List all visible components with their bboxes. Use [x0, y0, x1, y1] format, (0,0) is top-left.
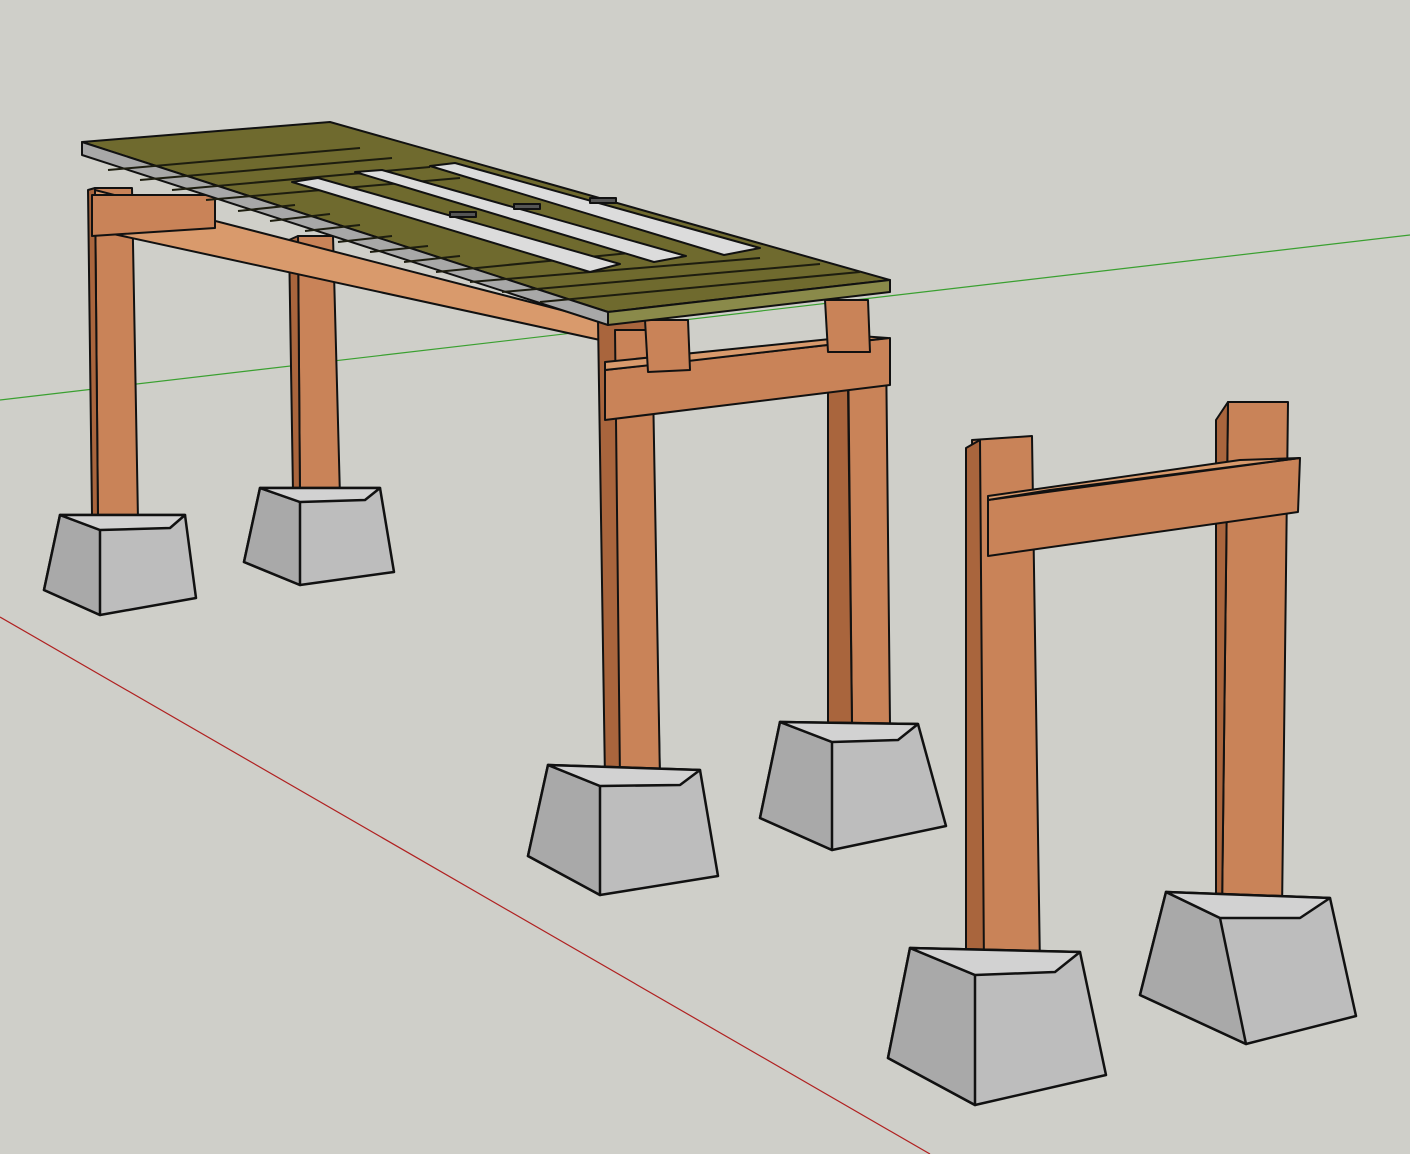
strip-slot-3	[589, 197, 617, 204]
rail-end-right	[824, 299, 871, 353]
rail-end-left	[644, 319, 691, 373]
post-back-right-side	[827, 387, 853, 726]
model-viewport[interactable]	[0, 0, 1410, 1154]
rail-short-back	[91, 194, 216, 237]
scene-canvas[interactable]	[0, 0, 1410, 1154]
strip-slot-1	[449, 211, 477, 218]
pier-block-4	[758, 720, 948, 852]
post-back-right	[847, 344, 891, 726]
pier-block-1	[42, 513, 198, 617]
h-post-front-side	[965, 439, 985, 969]
pier-block-2	[242, 486, 396, 587]
strip-slot-2	[513, 203, 541, 210]
